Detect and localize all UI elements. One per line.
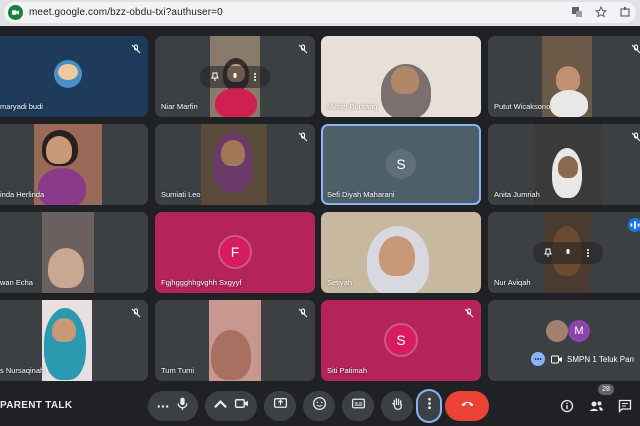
participant-tile[interactable]: Tum Tumi	[155, 300, 315, 381]
participant-tile[interactable]: Miftah Bontang	[321, 36, 481, 117]
participant-name: maryadi budi	[0, 102, 43, 111]
leave-call-button[interactable]	[445, 391, 489, 421]
participant-tile[interactable]: Nur Aviqah	[488, 212, 640, 293]
participant-tile[interactable]: F Fgjhggghhgvghh Sxgyyf	[155, 212, 315, 293]
pin-icon[interactable]	[541, 246, 555, 260]
call-controls-bar: PARENT TALK	[0, 388, 640, 426]
more-dots-icon[interactable]	[531, 352, 545, 366]
participant-name: Miftah Bontang	[327, 102, 378, 111]
mic-muted-icon	[297, 42, 309, 54]
participant-name: Fgjhggghhgvghh Sxgyyf	[161, 278, 242, 287]
mic-muted-icon	[630, 130, 640, 142]
participant-tile[interactable]: Anita Jumriah	[488, 124, 640, 205]
people-button[interactable]	[586, 396, 606, 416]
mic-icon[interactable]	[561, 246, 575, 260]
raise-hand-button[interactable]	[381, 391, 413, 421]
camera-button[interactable]	[205, 391, 257, 421]
participant-name: Putut Wicaksono	[494, 102, 551, 111]
participant-name: Sumiati Leo	[161, 190, 201, 199]
chevron-up-icon[interactable]	[213, 396, 228, 416]
others-avatar: M	[568, 320, 590, 342]
end-call-icon	[460, 396, 475, 416]
more-vert-icon	[422, 396, 437, 416]
meeting-details-button[interactable]	[557, 396, 577, 416]
mic-muted-icon	[297, 130, 309, 142]
camera-icon	[234, 396, 249, 416]
meet-window: meet.google.com/bzz-obdu-txi?authuser=0 …	[0, 0, 640, 426]
participant-name: Anita Jumriah	[494, 190, 540, 199]
participant-tile[interactable]: Niar Marfin	[155, 36, 315, 117]
emoji-icon	[312, 396, 327, 416]
address-bar[interactable]: meet.google.com/bzz-obdu-txi?authuser=0	[4, 2, 636, 23]
more-options-icon[interactable]	[248, 70, 262, 84]
mic-muted-icon	[130, 306, 142, 318]
participant-name: Tum Tumi	[161, 366, 195, 375]
extensions-icon[interactable]	[618, 5, 632, 19]
mic-icon	[175, 396, 190, 416]
more-dots-icon[interactable]	[157, 399, 169, 414]
presenter-chip[interactable]: SMPN 1 Teluk Pan	[527, 349, 640, 369]
captions-icon	[351, 396, 366, 416]
participant-tile[interactable]: inda Herlinda	[0, 124, 148, 205]
camera-icon	[551, 354, 563, 364]
participant-grid: maryadi budi Niar Marfin Miftah Bontang	[0, 34, 640, 388]
meeting-title: PARENT TALK	[0, 400, 73, 411]
browser-toolbar: meet.google.com/bzz-obdu-txi?authuser=0	[0, 0, 640, 26]
participant-name: Nur Aviqah	[494, 278, 531, 287]
participant-name: Siti Patimah	[327, 366, 368, 375]
pin-icon[interactable]	[208, 70, 222, 84]
reactions-button[interactable]	[303, 391, 335, 421]
bookmark-star-icon[interactable]	[594, 5, 608, 19]
participant-name: Sefi Diyah Maharani	[327, 190, 395, 199]
mic-muted-icon	[463, 306, 475, 318]
present-screen-button[interactable]	[264, 391, 296, 421]
mic-muted-icon	[130, 42, 142, 54]
participant-name: inda Herlinda	[0, 190, 45, 199]
presenter-label: SMPN 1 Teluk Pan	[567, 354, 634, 364]
participant-tile[interactable]: maryadi budi	[0, 36, 148, 117]
participant-tile[interactable]: wan Echa	[0, 212, 148, 293]
participant-name: s Nursaqinah	[0, 366, 45, 375]
translate-icon[interactable]	[570, 5, 584, 19]
site-info-icon[interactable]	[8, 5, 23, 20]
more-options-button[interactable]	[418, 391, 440, 421]
avatar: S	[386, 148, 416, 179]
url-text[interactable]: meet.google.com/bzz-obdu-txi?authuser=0	[29, 7, 223, 18]
chat-button[interactable]	[615, 396, 635, 416]
present-screen-icon	[273, 396, 288, 416]
captions-button[interactable]	[342, 391, 374, 421]
participant-tile-active-speaker[interactable]: S Sefi Diyah Maharani	[321, 124, 481, 205]
mic-muted-icon	[297, 306, 309, 318]
avatar: F	[220, 236, 250, 267]
participant-name: Niar Marfin	[161, 102, 198, 111]
more-options-icon[interactable]	[581, 246, 595, 260]
tile-hover-controls	[533, 241, 603, 264]
speaking-indicator-icon	[628, 218, 640, 232]
tile-hover-controls	[200, 65, 270, 88]
participant-tile[interactable]: S Siti Patimah	[321, 300, 481, 381]
participant-tile[interactable]: Sumiati Leo	[155, 124, 315, 205]
participant-name: wan Echa	[0, 278, 33, 287]
mic-muted-icon	[630, 42, 640, 54]
participant-count-badge: 28	[598, 384, 614, 395]
participant-name: Setiyah	[327, 278, 353, 287]
participant-tile[interactable]: s Nursaqinah	[0, 300, 148, 381]
raise-hand-icon	[390, 396, 405, 416]
avatar: S	[386, 324, 416, 355]
participant-tile[interactable]: Setiyah	[321, 212, 481, 293]
mic-icon[interactable]	[228, 70, 242, 84]
participant-tile[interactable]: Putut Wicaksono	[488, 36, 640, 117]
mic-button[interactable]	[148, 391, 198, 421]
